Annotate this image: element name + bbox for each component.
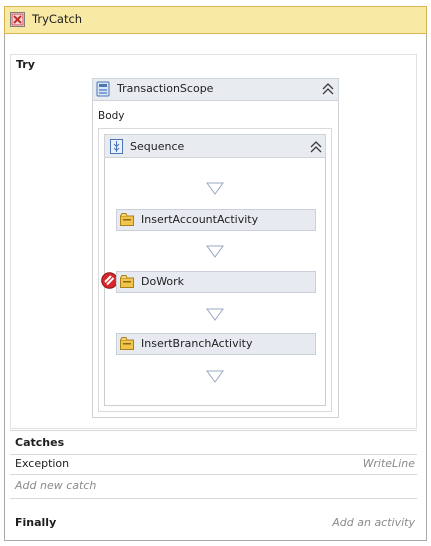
drop-target-arrow-icon[interactable] bbox=[206, 182, 224, 195]
activity-label: DoWork bbox=[141, 275, 185, 288]
divider bbox=[10, 454, 417, 455]
sequence-title: Sequence bbox=[130, 140, 185, 153]
collapse-chevron-icon[interactable] bbox=[308, 140, 324, 154]
activity-folder-icon bbox=[120, 337, 134, 350]
add-finally-activity-link[interactable]: Add an activity bbox=[332, 516, 415, 529]
activity-folder-icon bbox=[120, 275, 134, 288]
trycatch-title: TryCatch bbox=[32, 12, 83, 26]
transaction-scope-title: TransactionScope bbox=[117, 82, 214, 95]
collapse-chevron-icon[interactable] bbox=[320, 82, 336, 96]
divider bbox=[10, 474, 417, 475]
try-label: Try bbox=[16, 58, 35, 71]
drop-target-arrow-icon[interactable] bbox=[206, 370, 224, 383]
activity-folder-icon bbox=[120, 213, 134, 226]
sequence-activity[interactable] bbox=[104, 134, 326, 406]
drop-target-arrow-icon[interactable] bbox=[206, 245, 224, 258]
finally-label: Finally bbox=[15, 516, 57, 529]
add-new-catch-link[interactable]: Add new catch bbox=[15, 479, 96, 492]
divider bbox=[10, 498, 417, 499]
trycatch-icon bbox=[10, 12, 25, 27]
activity-label: InsertBranchActivity bbox=[141, 337, 253, 350]
transaction-scope-icon bbox=[96, 81, 110, 97]
catch-exception-type[interactable]: Exception bbox=[15, 457, 69, 470]
divider bbox=[10, 430, 417, 431]
catch-action[interactable]: WriteLine bbox=[363, 457, 415, 470]
catches-label: Catches bbox=[15, 436, 65, 449]
activity-label: InsertAccountActivity bbox=[141, 213, 259, 226]
sequence-icon bbox=[110, 139, 123, 154]
body-label: Body bbox=[98, 110, 125, 122]
drop-target-arrow-icon[interactable] bbox=[206, 308, 224, 321]
